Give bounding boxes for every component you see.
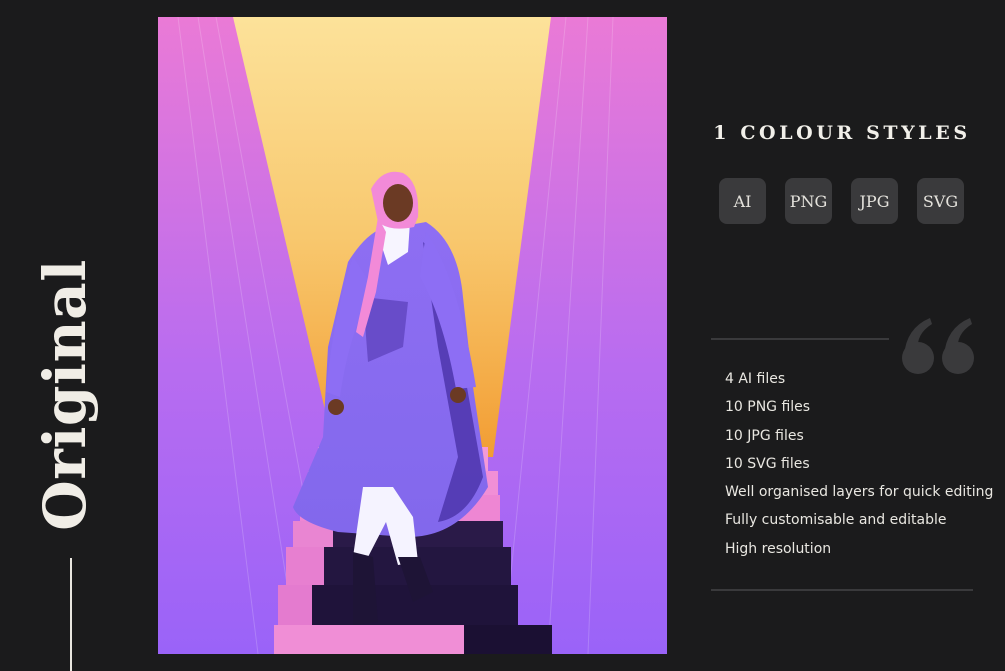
list-item: 10 PNG files bbox=[725, 399, 811, 416]
format-badge-png[interactable]: PNG bbox=[785, 178, 832, 224]
top-divider bbox=[711, 338, 889, 340]
artwork-preview bbox=[158, 17, 667, 654]
list-item: High resolution bbox=[725, 540, 832, 557]
feature-list: 4 AI files 10 PNG files 10 JPG files 10 … bbox=[725, 368, 993, 566]
colour-styles-heading: 1 COLOUR STYLES bbox=[713, 122, 971, 144]
format-badge-svg[interactable]: SVG bbox=[917, 178, 964, 224]
list-item: Well organised layers for quick editing bbox=[725, 484, 994, 501]
format-badge-ai[interactable]: AI bbox=[719, 178, 766, 224]
list-item: 10 JPG files bbox=[725, 427, 804, 444]
side-title-original: Original bbox=[31, 259, 99, 531]
list-item: Fully customisable and editable bbox=[725, 512, 947, 529]
list-item: 4 AI files bbox=[725, 371, 786, 387]
format-badge-jpg[interactable]: JPG bbox=[851, 178, 898, 224]
woman-on-staircase-illustration bbox=[158, 17, 667, 654]
format-badges: AI PNG JPG SVG bbox=[719, 178, 964, 224]
list-item: 10 SVG files bbox=[725, 455, 810, 472]
bottom-divider bbox=[711, 589, 973, 591]
side-divider-line bbox=[70, 558, 72, 671]
